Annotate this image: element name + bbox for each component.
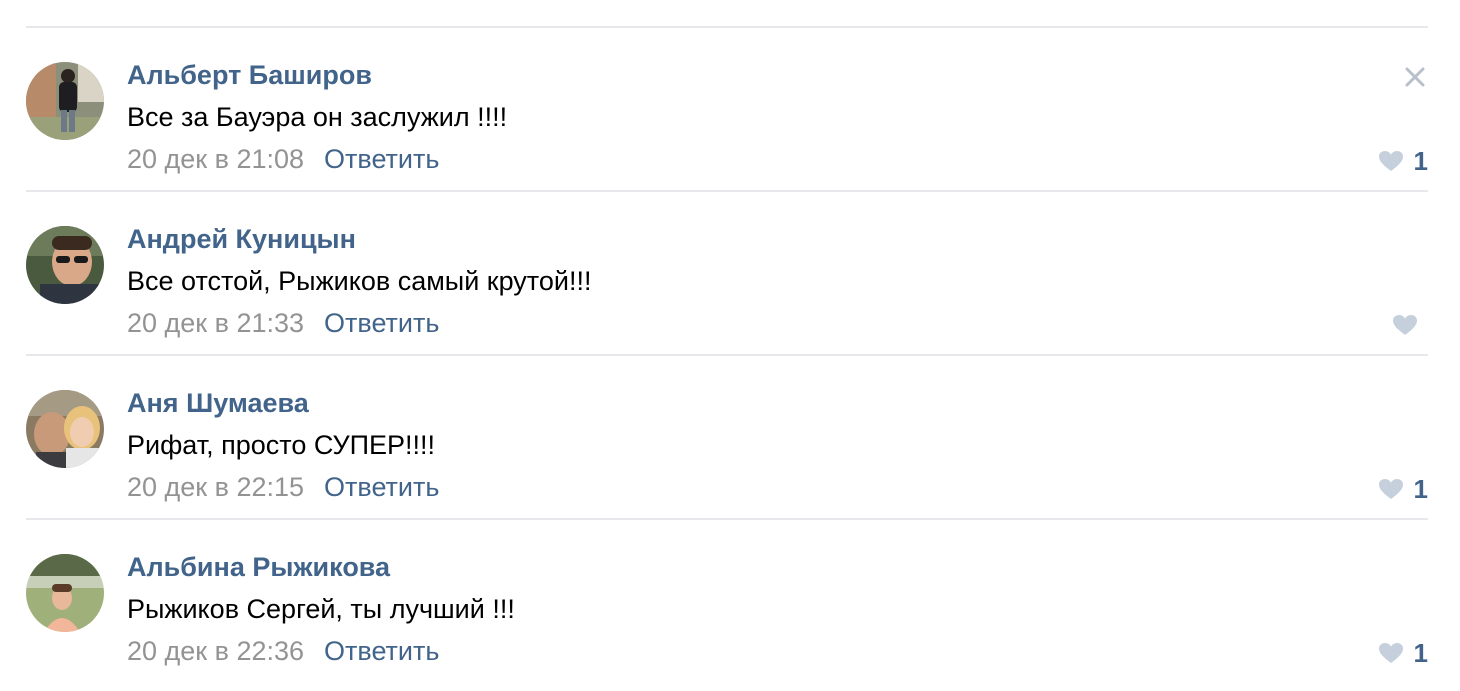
- author-name[interactable]: Аня Шумаева: [127, 388, 309, 419]
- like-button[interactable]: 1: [1378, 145, 1428, 177]
- comment-list: Альберт Баширов Все за Бауэра он заслужи…: [26, 26, 1428, 682]
- comment-item: Альбина Рыжикова Рыжиков Сергей, ты лучш…: [26, 520, 1428, 682]
- comment-text: Все отстой, Рыжиков самый крутой!!!: [127, 266, 592, 296]
- author-name[interactable]: Альбина Рыжикова: [127, 552, 390, 583]
- heart-icon: [1378, 151, 1403, 171]
- heart-icon: [1393, 315, 1417, 335]
- heart-icon: [1378, 643, 1403, 663]
- avatar[interactable]: [26, 390, 104, 468]
- comment-text: Все за Бауэра он заслужил !!!!: [127, 102, 508, 132]
- avatar[interactable]: [26, 62, 104, 140]
- like-count: 1: [1413, 637, 1428, 668]
- author-name[interactable]: Альберт Баширов: [127, 60, 372, 91]
- comment-text: Рыжиков Сергей, ты лучший !!!: [127, 594, 515, 624]
- comment-item: Андрей Куницын Все отстой, Рыжиков самый…: [26, 192, 1428, 354]
- like-button[interactable]: [1392, 309, 1428, 341]
- comment-text: Рифат, просто СУПЕР!!!!: [127, 430, 436, 460]
- comment-date[interactable]: 20 дек в 22:15: [127, 472, 304, 502]
- comment-date[interactable]: 20 дек в 21:33: [127, 308, 304, 338]
- author-name[interactable]: Андрей Куницын: [127, 224, 356, 255]
- reply-button[interactable]: Ответить: [324, 636, 439, 666]
- close-icon: [1405, 67, 1425, 87]
- comment-meta: 20 дек в 21:08 Ответить: [127, 144, 439, 175]
- comment-item: Альберт Баширов Все за Бауэра он заслужи…: [26, 28, 1428, 190]
- like-button[interactable]: 1: [1378, 473, 1428, 505]
- comment-meta: 20 дек в 22:36 Ответить: [127, 636, 439, 667]
- avatar[interactable]: [26, 226, 104, 304]
- reply-button[interactable]: Ответить: [324, 144, 439, 174]
- comment-date[interactable]: 20 дек в 22:36: [127, 636, 304, 666]
- delete-comment-button[interactable]: [1404, 66, 1426, 93]
- comment-meta: 20 дек в 22:15 Ответить: [127, 472, 439, 503]
- like-button[interactable]: 1: [1378, 637, 1428, 669]
- reply-button[interactable]: Ответить: [324, 472, 439, 502]
- reply-button[interactable]: Ответить: [324, 308, 439, 338]
- avatar[interactable]: [26, 554, 104, 632]
- like-count: 1: [1413, 473, 1428, 504]
- heart-icon: [1378, 479, 1403, 499]
- comment-meta: 20 дек в 21:33 Ответить: [127, 308, 439, 339]
- comment-item: Аня Шумаева Рифат, просто СУПЕР!!!! 20 д…: [26, 356, 1428, 518]
- like-count: 1: [1413, 145, 1428, 176]
- comment-date[interactable]: 20 дек в 21:08: [127, 144, 304, 174]
